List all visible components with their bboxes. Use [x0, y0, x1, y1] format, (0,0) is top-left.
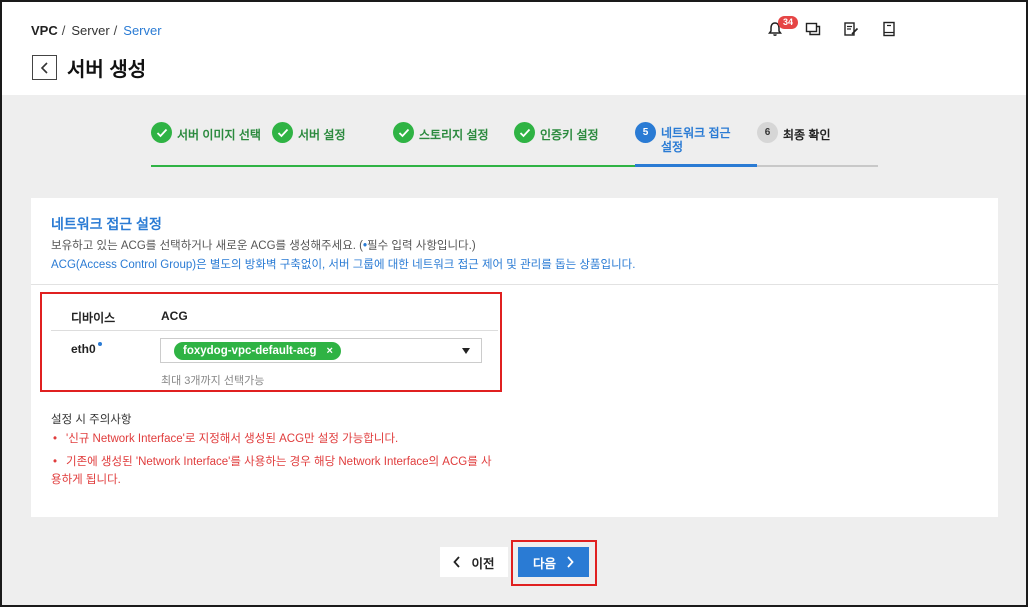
notice-text: 기존에 생성된 'Network Interface'를 사용하는 경우 해당 …	[66, 456, 492, 468]
breadcrumb-separator: /	[113, 23, 118, 38]
step-auth-key[interactable]: 인증키 설정	[514, 122, 599, 143]
notice-text: 용하게 됩니다.	[51, 474, 121, 486]
notification-button[interactable]: 34	[765, 16, 798, 40]
description-text: 보유하고 있는 ACG를 선택하거나 새로운 ACG를 생성해주세요. (	[51, 240, 363, 252]
step-done-circle	[514, 122, 535, 143]
breadcrumb: VPC / Server / Server	[31, 23, 162, 38]
step-done-circle	[272, 122, 293, 143]
edit-note-icon	[844, 22, 859, 36]
bullet: •	[53, 433, 58, 445]
step-label: 네트워크 접근 설정	[661, 126, 731, 154]
step-server-image[interactable]: 서버 이미지 선택	[151, 122, 261, 143]
section-description: 보유하고 있는 ACG를 선택하거나 새로운 ACG를 생성해주세요. (•필수…	[51, 237, 476, 253]
step-label: 최종 확인	[783, 128, 831, 142]
check-icon	[156, 128, 167, 137]
step-done-circle	[151, 122, 172, 143]
next-button-label: 다음	[532, 556, 556, 571]
memo-button[interactable]	[841, 18, 861, 40]
step-network-access[interactable]: 5 네트워크 접근 설정	[635, 122, 743, 154]
book-icon	[883, 21, 895, 37]
header-toolbar: 34	[765, 16, 899, 40]
prev-button-label: 이전	[471, 556, 495, 571]
step-label: 서버 이미지 선택	[177, 128, 261, 142]
chevron-left-icon	[453, 556, 461, 568]
page-header: VPC / Server / Server 서버 생성 34	[0, 0, 1028, 95]
chat-icon	[805, 22, 821, 36]
description-text-end: 필수 입력 사항입니다.)	[367, 240, 476, 252]
guide-button[interactable]	[879, 18, 899, 40]
divider	[31, 284, 998, 285]
step-final-review[interactable]: 6 최종 확인	[757, 122, 831, 143]
next-button[interactable]: 다음	[518, 547, 589, 577]
page-title: 서버 생성	[67, 59, 147, 81]
notification-badge: 34	[778, 16, 798, 29]
breadcrumb-separator: /	[61, 23, 66, 38]
step-label: 서버 설정	[298, 128, 346, 142]
highlight-box-acg	[40, 292, 502, 392]
notice-item: • '신규 Network Interface'로 지정해서 생성된 ACG만 설…	[53, 430, 503, 449]
chat-button[interactable]	[803, 18, 823, 40]
prev-button[interactable]: 이전	[440, 547, 508, 577]
back-button[interactable]	[32, 55, 57, 80]
notice-text: '신규 Network Interface'로 지정해서 생성된 ACG만 설정…	[66, 433, 399, 445]
notice-item-continued: 용하게 됩니다.	[51, 471, 501, 490]
step-server-settings[interactable]: 서버 설정	[272, 122, 346, 143]
chevron-right-icon	[567, 556, 574, 568]
step-number-circle: 5	[635, 122, 656, 143]
notice-item: • 기존에 생성된 'Network Interface'를 사용하는 경우 해당…	[53, 453, 503, 472]
chevron-left-icon	[40, 61, 48, 74]
progress-line-pending	[757, 165, 878, 167]
step-done-circle	[393, 122, 414, 143]
step-storage[interactable]: 스토리지 설정	[393, 122, 489, 143]
breadcrumb-vpc[interactable]: VPC	[31, 23, 58, 38]
acg-info-text: ACG(Access Control Group)은 별도의 방화벽 구축없이,…	[51, 259, 636, 271]
bullet: •	[53, 456, 58, 468]
check-icon	[277, 128, 288, 137]
check-icon	[398, 128, 409, 137]
step-number-circle: 6	[757, 122, 778, 143]
step-label: 인증키 설정	[540, 128, 599, 142]
section-title: 네트워크 접근 설정	[51, 216, 162, 232]
progress-line-done	[151, 165, 635, 167]
breadcrumb-current[interactable]: Server	[123, 23, 161, 38]
stepper: 서버 이미지 선택 서버 설정 스토리지 설정 인증키 설정 5 네트워크 접근…	[151, 122, 878, 168]
check-icon	[519, 128, 530, 137]
notice-title: 설정 시 주의사항	[51, 414, 132, 426]
step-label: 스토리지 설정	[419, 128, 489, 142]
breadcrumb-server[interactable]: Server	[71, 23, 109, 38]
progress-line-active	[635, 164, 757, 167]
